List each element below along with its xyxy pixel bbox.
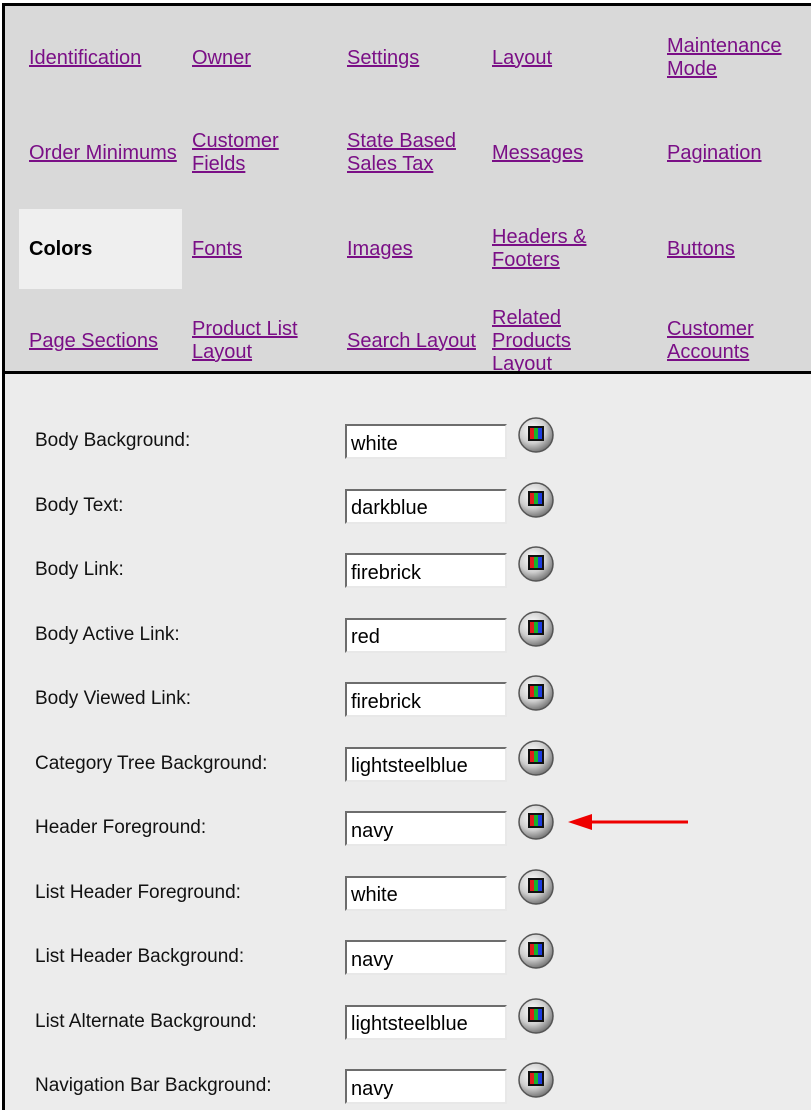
tab-product-list-layout[interactable]: Product List Layout bbox=[182, 306, 337, 376]
tab-buttons[interactable]: Buttons bbox=[657, 209, 811, 289]
row-label: List Alternate Background: bbox=[35, 1010, 257, 1032]
settings-panel: Identification Owner Settings Layout Mai… bbox=[2, 3, 811, 1110]
row-label: List Header Background: bbox=[35, 946, 245, 967]
tab-settings[interactable]: Settings bbox=[337, 33, 482, 83]
color-value-input[interactable] bbox=[345, 617, 507, 653]
color-value-input[interactable] bbox=[345, 553, 507, 588]
tab-identification[interactable]: Identification bbox=[19, 33, 182, 83]
row-label: Navigation Bar Background: bbox=[35, 1075, 272, 1096]
row-label: Category Tree Background: bbox=[35, 752, 268, 774]
color-picker-icon[interactable] bbox=[516, 802, 556, 842]
tab-search-layout[interactable]: Search Layout bbox=[337, 306, 482, 376]
tab-state-based-sales-tax[interactable]: State Based Sales Tax bbox=[337, 108, 472, 198]
tab-headers-footers[interactable]: Headers & Footers bbox=[482, 209, 617, 289]
tab-messages[interactable]: Messages bbox=[482, 118, 657, 188]
tab-customer-fields[interactable]: Customer Fields bbox=[182, 118, 337, 188]
tab-customer-accounts[interactable]: Customer Accounts bbox=[657, 306, 811, 376]
color-value-input[interactable] bbox=[345, 1004, 507, 1040]
color-picker-icon[interactable] bbox=[516, 867, 556, 907]
color-value-input[interactable] bbox=[345, 875, 507, 911]
tab-images[interactable]: Images bbox=[337, 209, 482, 289]
row-label: Body Link: bbox=[35, 559, 124, 580]
color-picker-icon[interactable] bbox=[516, 1060, 556, 1100]
color-picker-icon[interactable] bbox=[516, 415, 556, 455]
annotation-arrow bbox=[568, 814, 688, 830]
tab-grid: Identification Owner Settings Layout Mai… bbox=[5, 6, 811, 376]
tab-panel-divider bbox=[5, 371, 811, 374]
row-label: Body Background: bbox=[35, 430, 191, 451]
tab-layout[interactable]: Layout bbox=[482, 33, 657, 83]
row-label: Body Viewed Link: bbox=[35, 688, 191, 709]
color-picker-icon[interactable] bbox=[516, 480, 556, 520]
color-picker-icon[interactable] bbox=[516, 673, 556, 713]
tab-colors[interactable]: Colors bbox=[19, 209, 182, 289]
color-value-input[interactable] bbox=[345, 811, 507, 846]
row-label: List Header Foreground: bbox=[35, 881, 241, 903]
tab-fonts[interactable]: Fonts bbox=[182, 209, 337, 289]
tab-pagination[interactable]: Pagination bbox=[657, 118, 811, 188]
color-value-input[interactable] bbox=[345, 682, 507, 717]
color-picker-icon[interactable] bbox=[516, 931, 556, 971]
color-value-input[interactable] bbox=[345, 488, 507, 524]
color-value-input[interactable] bbox=[345, 746, 507, 782]
tab-page-sections[interactable]: Page Sections bbox=[19, 306, 182, 376]
tab-owner[interactable]: Owner bbox=[182, 33, 337, 83]
color-value-input[interactable] bbox=[345, 424, 507, 459]
color-value-input[interactable] bbox=[345, 940, 507, 975]
color-picker-icon[interactable] bbox=[516, 738, 556, 778]
tab-order-minimums[interactable]: Order Minimums bbox=[19, 118, 182, 188]
row-label: Body Active Link: bbox=[35, 623, 180, 645]
color-value-input[interactable] bbox=[345, 1069, 507, 1104]
tab-maintenance-mode[interactable]: Maintenance Mode bbox=[657, 24, 811, 92]
color-picker-icon[interactable] bbox=[516, 544, 556, 584]
row-label: Body Text: bbox=[35, 494, 124, 516]
color-picker-icon[interactable] bbox=[516, 609, 556, 649]
color-picker-icon[interactable] bbox=[516, 996, 556, 1036]
row-label: Header Foreground: bbox=[35, 817, 207, 838]
